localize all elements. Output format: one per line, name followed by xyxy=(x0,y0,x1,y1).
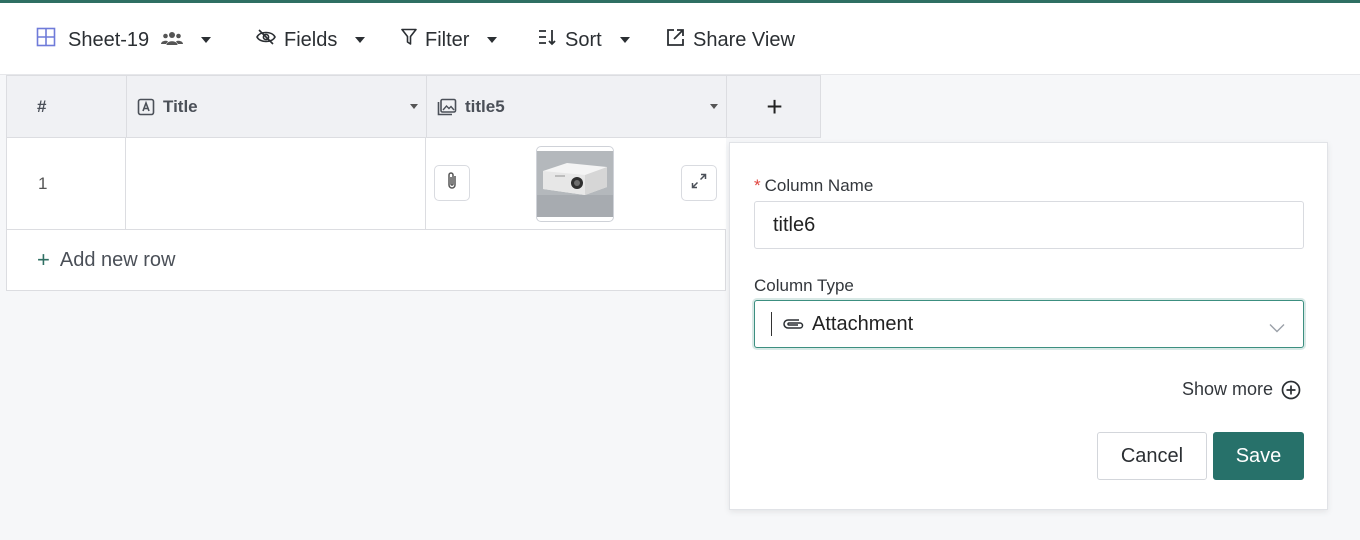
chevron-down-icon xyxy=(1269,316,1285,339)
table-row[interactable]: 1 xyxy=(6,138,726,230)
fields-dropdown-icon xyxy=(355,37,366,43)
sort-label: Sort xyxy=(565,28,602,51)
data-grid: # Title title5 + 1 + Add new row xyxy=(6,75,821,291)
column-header-title5-label: title5 xyxy=(465,97,505,116)
cancel-button[interactable]: Cancel xyxy=(1097,432,1207,480)
add-column-panel: * Column Name title6 Column Type Attachme… xyxy=(729,142,1328,510)
add-attachment-button[interactable] xyxy=(434,165,470,201)
column-name-value: title6 xyxy=(773,213,816,236)
sort-dropdown-icon xyxy=(619,37,630,43)
plus-icon: + xyxy=(37,247,50,272)
eye-off-icon xyxy=(256,28,276,52)
open-external-icon xyxy=(666,28,685,53)
column-type-label: Column Type xyxy=(754,276,854,296)
image-type-icon xyxy=(437,98,457,116)
share-view-label: Share View xyxy=(693,28,795,51)
view-toolbar: Sheet-19 Fields Filter Sort Share View xyxy=(0,3,1360,75)
projector-image xyxy=(537,151,613,217)
sort-button[interactable]: Sort xyxy=(537,25,630,55)
attachment-thumbnail[interactable] xyxy=(536,146,614,222)
column-header-title[interactable]: Title xyxy=(127,76,427,138)
fields-label: Fields xyxy=(284,28,338,51)
title-cell[interactable] xyxy=(126,138,426,229)
column-header-title5[interactable]: title5 xyxy=(427,76,727,138)
plus-icon: + xyxy=(766,91,783,122)
filter-dropdown-icon xyxy=(487,37,498,43)
text-cursor xyxy=(771,312,772,336)
add-new-row-button[interactable]: + Add new row xyxy=(6,230,726,291)
attachment-cell[interactable] xyxy=(426,138,727,229)
column-menu-icon[interactable] xyxy=(710,104,718,109)
add-column-button[interactable]: + xyxy=(727,76,822,138)
paperclip-icon xyxy=(782,317,804,331)
filter-button[interactable]: Filter xyxy=(401,25,498,55)
filter-label: Filter xyxy=(425,28,470,51)
text-type-icon xyxy=(137,98,155,116)
filter-icon xyxy=(401,28,417,52)
column-type-value: Attachment xyxy=(812,312,914,335)
row-number-header-label: # xyxy=(37,97,47,116)
column-header-title-label: Title xyxy=(163,97,198,116)
column-menu-icon[interactable] xyxy=(410,104,418,109)
sheet-dropdown-icon xyxy=(201,37,212,43)
save-button[interactable]: Save xyxy=(1213,432,1304,480)
row-number: 1 xyxy=(38,173,48,193)
sheet-selector[interactable]: Sheet-19 xyxy=(36,25,212,55)
expand-cell-button[interactable] xyxy=(681,165,717,201)
show-more-toggle[interactable]: Show more xyxy=(1182,379,1301,400)
required-marker: * xyxy=(754,176,761,195)
column-type-select[interactable]: Attachment xyxy=(754,300,1304,348)
collaborators-icon xyxy=(161,29,184,52)
share-view-button[interactable]: Share View xyxy=(666,25,795,55)
column-name-label: * Column Name xyxy=(754,176,873,196)
row-number-cell: 1 xyxy=(7,138,126,229)
sort-icon xyxy=(537,28,557,52)
column-name-input[interactable]: title6 xyxy=(754,201,1304,249)
fields-button[interactable]: Fields xyxy=(256,25,366,55)
show-more-label: Show more xyxy=(1181,379,1273,399)
plus-circle-icon xyxy=(1281,380,1301,400)
add-new-row-label: Add new row xyxy=(59,248,176,271)
grid-header-row: # Title title5 + xyxy=(6,75,821,138)
sheet-name: Sheet-19 xyxy=(68,28,150,51)
column-name-label-text: Column Name xyxy=(764,176,874,195)
row-number-header: # xyxy=(7,76,127,138)
paperclip-icon xyxy=(446,171,458,196)
column-type-label-text: Column Type xyxy=(754,276,854,295)
grid-view-icon xyxy=(36,27,56,53)
expand-icon xyxy=(691,173,707,194)
